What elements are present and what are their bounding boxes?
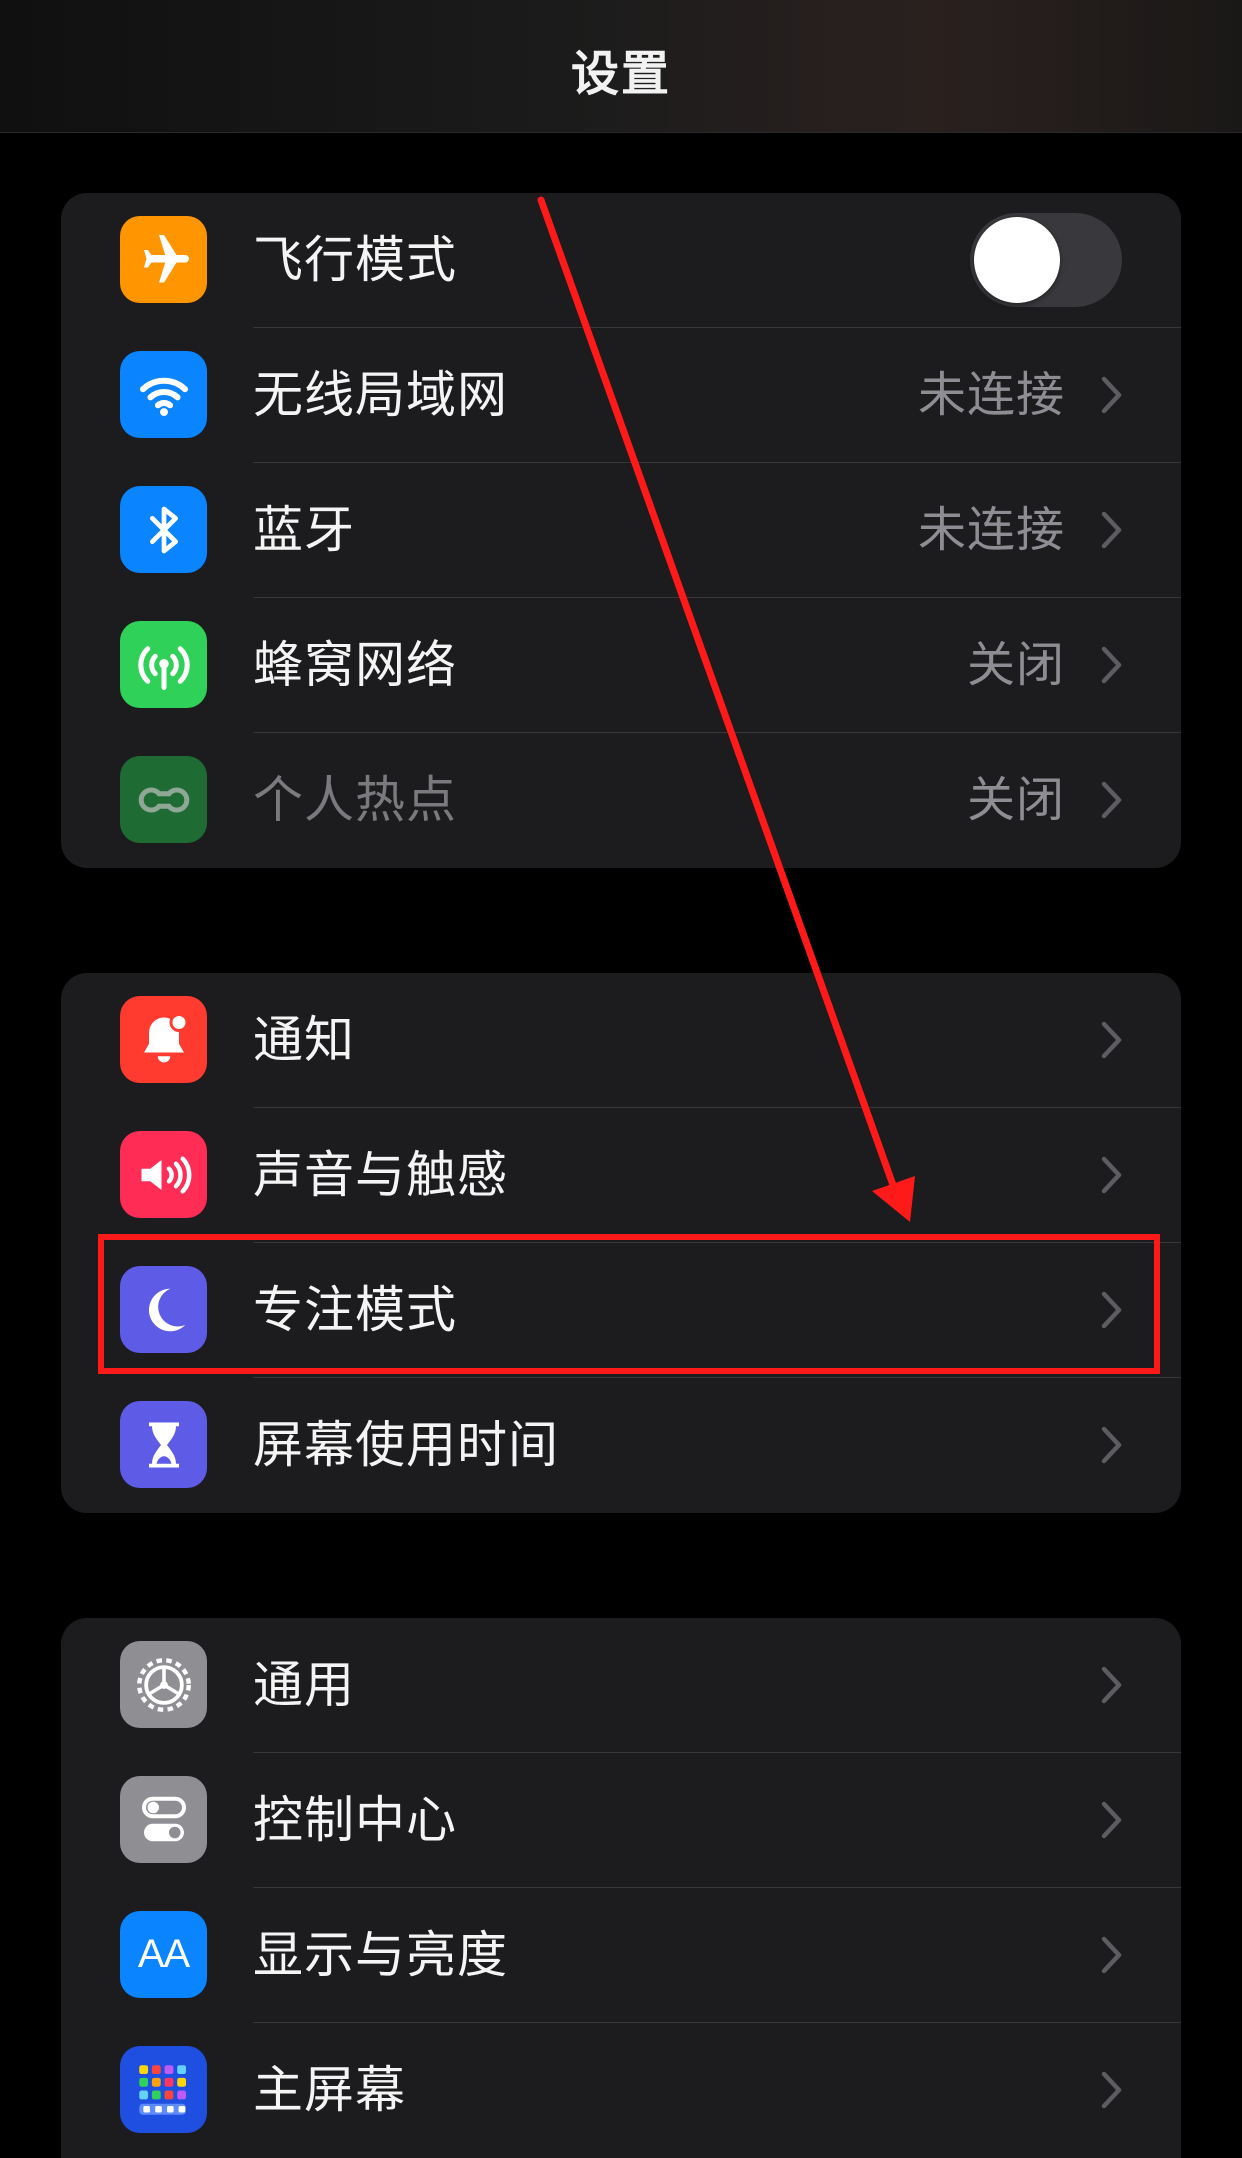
settings-row-label: 声音与触感 (253, 1146, 508, 1204)
chevron-right-icon (1101, 1426, 1122, 1464)
chevron-right-icon (1101, 1021, 1122, 1059)
chevron-right-icon (1101, 781, 1122, 819)
navigation-bar: 设置 (0, 0, 1242, 133)
switches-icon (120, 1776, 207, 1863)
app-grid-icon (120, 2046, 207, 2133)
settings-group-general: 通用 控制中心 AA 显示与亮度 主屏幕 (61, 1618, 1181, 2158)
chevron-right-icon (1101, 1936, 1122, 1974)
settings-row-bluetooth[interactable]: 蓝牙 未连接 (61, 463, 1181, 598)
text-size-icon-glyph: AA (137, 1932, 190, 1976)
hourglass-icon (120, 1401, 207, 1488)
gear-icon (120, 1641, 207, 1728)
settings-row-notifications[interactable]: 通知 (61, 973, 1181, 1108)
settings-row-personal-hotspot[interactable]: 个人热点 关闭 (61, 733, 1181, 868)
settings-row-label: 主屏幕 (253, 2061, 406, 2119)
settings-row-cellular[interactable]: 蜂窝网络 关闭 (61, 598, 1181, 733)
settings-row-label: 无线局域网 (253, 366, 508, 424)
settings-row-label: 蜂窝网络 (253, 636, 457, 694)
settings-row-screen-time[interactable]: 屏幕使用时间 (61, 1378, 1181, 1513)
airplane-mode-toggle[interactable] (970, 213, 1122, 307)
settings-row-display-brightness[interactable]: AA 显示与亮度 (61, 1888, 1181, 2023)
settings-row-general[interactable]: 通用 (61, 1618, 1181, 1753)
settings-row-home-screen[interactable]: 主屏幕 (61, 2023, 1181, 2158)
speaker-icon (120, 1131, 207, 1218)
settings-row-label: 显示与亮度 (253, 1926, 508, 1984)
page-title: 设置 (570, 46, 671, 102)
settings-row-focus[interactable]: 专注模式 (61, 1243, 1181, 1378)
hotspot-chain-icon (120, 756, 207, 843)
text-size-icon: AA (120, 1911, 207, 1998)
moon-icon (120, 1266, 207, 1353)
settings-row-label: 屏幕使用时间 (253, 1416, 559, 1474)
settings-row-control-center[interactable]: 控制中心 (61, 1753, 1181, 1888)
settings-row-value: 未连接 (917, 502, 1065, 558)
chevron-right-icon (1101, 646, 1122, 684)
settings-row-label: 专注模式 (253, 1281, 457, 1339)
chevron-right-icon (1101, 1156, 1122, 1194)
toggle-knob (974, 217, 1060, 303)
settings-row-wifi[interactable]: 无线局域网 未连接 (61, 328, 1181, 463)
chevron-right-icon (1101, 1291, 1122, 1329)
bell-icon (120, 996, 207, 1083)
settings-group-notifications: 通知 声音与触感 专注模式 屏幕使用时间 (61, 973, 1181, 1513)
settings-row-value: 未连接 (917, 367, 1065, 423)
settings-row-label: 飞行模式 (253, 231, 457, 289)
settings-row-label: 通知 (253, 1011, 355, 1069)
settings-row-label: 个人热点 (253, 771, 457, 829)
settings-group-connectivity: 飞行模式 无线局域网 未连接 蓝牙 未连接 蜂窝网络 关闭 个人热点 关闭 (61, 193, 1181, 868)
chevron-right-icon (1101, 1801, 1122, 1839)
bluetooth-icon (120, 486, 207, 573)
chevron-right-icon (1101, 511, 1122, 549)
chevron-right-icon (1101, 2071, 1122, 2109)
settings-row-airplane-mode[interactable]: 飞行模式 (61, 193, 1181, 328)
settings-row-label: 蓝牙 (253, 501, 355, 559)
settings-row-sounds-haptics[interactable]: 声音与触感 (61, 1108, 1181, 1243)
settings-row-value: 关闭 (966, 772, 1065, 828)
settings-row-label: 通用 (253, 1656, 355, 1714)
chevron-right-icon (1101, 376, 1122, 414)
settings-row-label: 控制中心 (253, 1791, 457, 1849)
airplane-icon (120, 216, 207, 303)
chevron-right-icon (1101, 1666, 1122, 1704)
cellular-antenna-icon (120, 621, 207, 708)
settings-row-value: 关闭 (966, 637, 1065, 693)
wifi-icon (120, 351, 207, 438)
